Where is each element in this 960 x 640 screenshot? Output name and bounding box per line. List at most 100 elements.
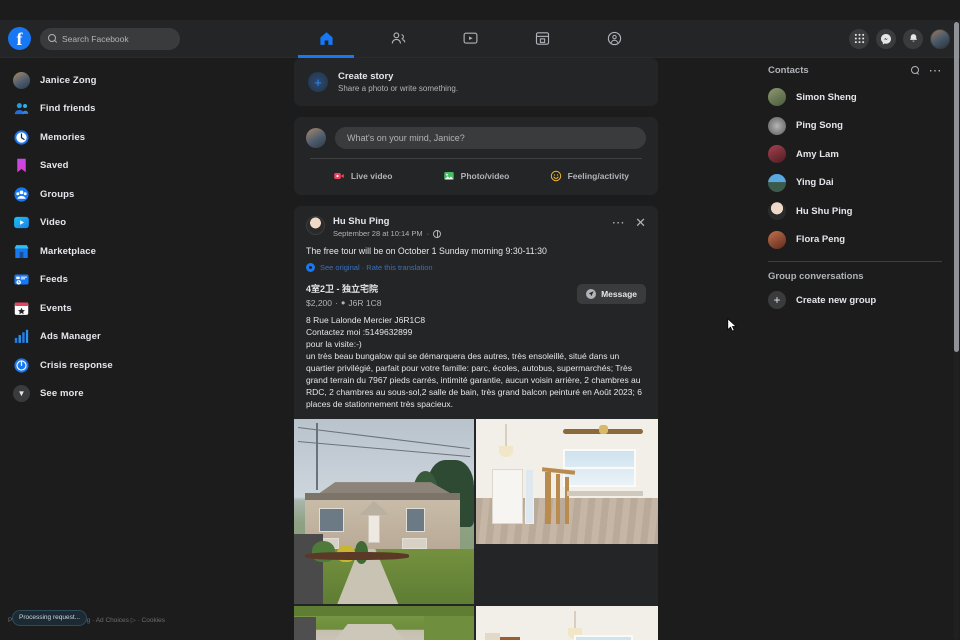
sidebar-item-label: Feeds xyxy=(40,274,68,286)
composer-input[interactable]: What's on your mind, Janice? xyxy=(335,127,646,149)
avatar xyxy=(768,145,786,164)
tab-groups[interactable] xyxy=(578,20,650,58)
sidebar-item-ads-manager[interactable]: Ads Manager xyxy=(8,323,282,352)
tab-home[interactable] xyxy=(290,20,362,58)
footer-link-ad-choices[interactable]: Ad Choices xyxy=(96,617,129,624)
feeling-activity-icon xyxy=(550,170,561,182)
listing-title: 4室2卫 - 独立宅院 xyxy=(306,283,379,294)
translation-row[interactable]: See original · Rate this translation xyxy=(306,262,646,272)
page-scrollbar-thumb[interactable] xyxy=(954,22,959,352)
listing-price-row: $2,200 · ● J6R 1C8 xyxy=(306,298,577,308)
groups-icon xyxy=(13,186,30,203)
home-icon xyxy=(319,32,333,45)
create-story-card[interactable]: + Create story Share a photo or write so… xyxy=(294,58,658,106)
open-room-photo[interactable] xyxy=(476,606,658,640)
friends-icon xyxy=(391,32,405,44)
listing-price: $2,200 xyxy=(306,297,332,308)
video-icon xyxy=(463,32,477,44)
photo-video-button[interactable]: Photo/video xyxy=(419,165,532,187)
contact-name: Hu Shu Ping xyxy=(796,205,853,217)
ads-manager-bars-icon xyxy=(13,328,30,345)
contact-flora-peng[interactable]: Flora Peng xyxy=(762,226,948,255)
sidebar-item-label: Marketplace xyxy=(40,245,97,257)
sidebar-item-groups[interactable]: Groups xyxy=(8,180,282,209)
post-author-avatar[interactable] xyxy=(306,216,325,235)
more-options-icon[interactable]: ⋯ xyxy=(612,216,626,229)
post-author-name[interactable]: Hu Shu Ping xyxy=(333,216,612,227)
sidebar-item-saved[interactable]: Saved xyxy=(8,152,282,181)
saved-bookmark-icon xyxy=(13,157,30,174)
menu-grid-button[interactable] xyxy=(849,28,869,49)
plus-icon: + xyxy=(768,291,786,310)
composer-row: What's on your mind, Janice? xyxy=(306,127,646,149)
sidebar-item-marketplace[interactable]: Marketplace xyxy=(8,237,282,266)
post-composer-card: What's on your mind, Janice? Live video xyxy=(294,117,658,195)
living-room-photo[interactable] xyxy=(476,419,658,545)
status-badge: Processing request... xyxy=(12,610,88,626)
marketplace-storefront-icon xyxy=(13,243,30,260)
sidebar-item-label: Events xyxy=(40,302,72,314)
events-calendar-icon xyxy=(13,300,30,317)
sidebar-item-label: See more xyxy=(40,388,84,400)
contact-ping-song[interactable]: Ping Song xyxy=(762,112,948,141)
composer-placeholder: What's on your mind, Janice? xyxy=(347,133,465,143)
sidebar-item-janice-zong[interactable]: Janice Zong xyxy=(8,66,282,95)
top-navigation-bar: f Search Facebook xyxy=(0,20,960,58)
sidebar-item-label: Memories xyxy=(40,131,86,143)
left-sidebar: Janice Zong Find friends Memories Saved … xyxy=(0,58,290,640)
search-icon[interactable] xyxy=(910,66,920,75)
sidebar-item-events[interactable]: Events xyxy=(8,294,282,323)
tab-friends[interactable] xyxy=(362,20,434,58)
house-exterior-photo[interactable] xyxy=(294,419,474,605)
contact-simon-sheng[interactable]: Simon Sheng xyxy=(762,83,948,112)
contact-hu-shu-ping[interactable]: Hu Shu Ping xyxy=(762,197,948,226)
front-lawn-photo[interactable] xyxy=(294,606,474,640)
location-pin-icon: ● xyxy=(340,298,346,308)
create-new-group-button[interactable]: + Create new group xyxy=(762,286,948,315)
message-button-label: Message xyxy=(601,288,637,299)
mouse-cursor xyxy=(727,318,737,332)
contact-name: Simon Sheng xyxy=(796,91,857,103)
create-new-group-label: Create new group xyxy=(796,294,877,306)
grid-icon xyxy=(854,33,864,44)
contact-name: Ying Dai xyxy=(796,177,834,189)
close-icon[interactable]: ✕ xyxy=(635,216,646,229)
avatar xyxy=(768,202,786,221)
plus-icon: + xyxy=(308,72,328,92)
translation-link[interactable]: See original · Rate this translation xyxy=(320,263,433,272)
contact-amy-lam[interactable]: Amy Lam xyxy=(762,140,948,169)
post-timestamp: September 28 at 10:14 PM xyxy=(333,229,423,238)
listing-separator: · xyxy=(335,297,338,308)
tab-video[interactable] xyxy=(434,20,506,58)
more-options-icon[interactable]: ⋯ xyxy=(929,64,943,77)
sidebar-item-memories[interactable]: Memories xyxy=(8,123,282,152)
live-video-button[interactable]: Live video xyxy=(306,165,419,187)
feed-column: + Create story Share a photo or write so… xyxy=(294,58,658,640)
search-input[interactable]: Search Facebook xyxy=(40,27,180,50)
sidebar-item-feeds[interactable]: Feeds xyxy=(8,266,282,295)
chevron-down-icon: ▼ xyxy=(13,385,30,403)
contact-ying-dai[interactable]: Ying Dai xyxy=(762,169,948,198)
avatar xyxy=(768,116,786,135)
footer-link-cookies[interactable]: Cookies xyxy=(142,617,165,624)
feeling-activity-button[interactable]: Feeling/activity xyxy=(533,165,646,187)
tab-marketplace[interactable] xyxy=(506,20,578,58)
sidebar-item-see-more[interactable]: ▼ See more xyxy=(8,380,282,409)
facebook-logo-icon[interactable]: f xyxy=(8,27,31,50)
avatar xyxy=(768,173,786,192)
messenger-button[interactable] xyxy=(876,28,896,49)
avatar xyxy=(768,88,786,107)
create-story-row[interactable]: + Create story Share a photo or write so… xyxy=(294,58,658,106)
account-avatar[interactable] xyxy=(930,28,950,49)
feeling-activity-label: Feeling/activity xyxy=(567,171,630,181)
message-button[interactable]: Message xyxy=(577,283,646,304)
create-story-subtitle: Share a photo or write something. xyxy=(338,84,459,93)
notifications-button[interactable] xyxy=(903,28,923,49)
footer-links: Privacy · Terms · Advertising · Ad Choic… xyxy=(8,610,278,626)
sidebar-item-crisis-response[interactable]: Crisis response xyxy=(8,351,282,380)
sidebar-item-find-friends[interactable]: Find friends xyxy=(8,95,282,124)
contacts-header: Contacts ⋯ xyxy=(762,64,948,83)
live-video-label: Live video xyxy=(350,171,393,181)
post-photo-grid xyxy=(294,419,658,640)
sidebar-item-video[interactable]: Video xyxy=(8,209,282,238)
